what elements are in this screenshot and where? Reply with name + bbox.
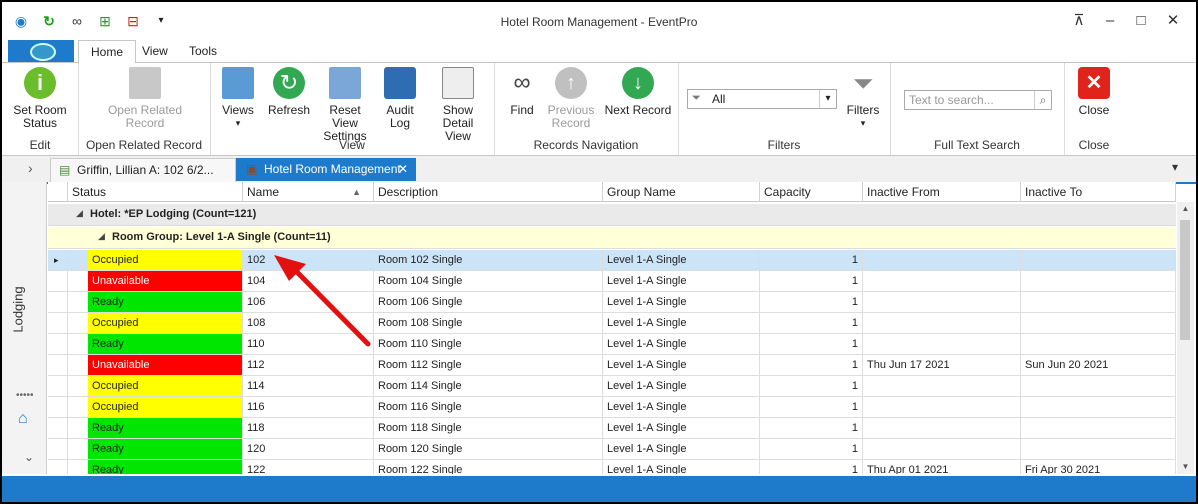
status-bar xyxy=(2,476,1196,502)
annotation-arrow xyxy=(274,255,371,347)
app-window: ◉ ↻ ∞ ⊞ ⊟ ▾ Hotel Room Management - Even… xyxy=(2,2,1196,502)
